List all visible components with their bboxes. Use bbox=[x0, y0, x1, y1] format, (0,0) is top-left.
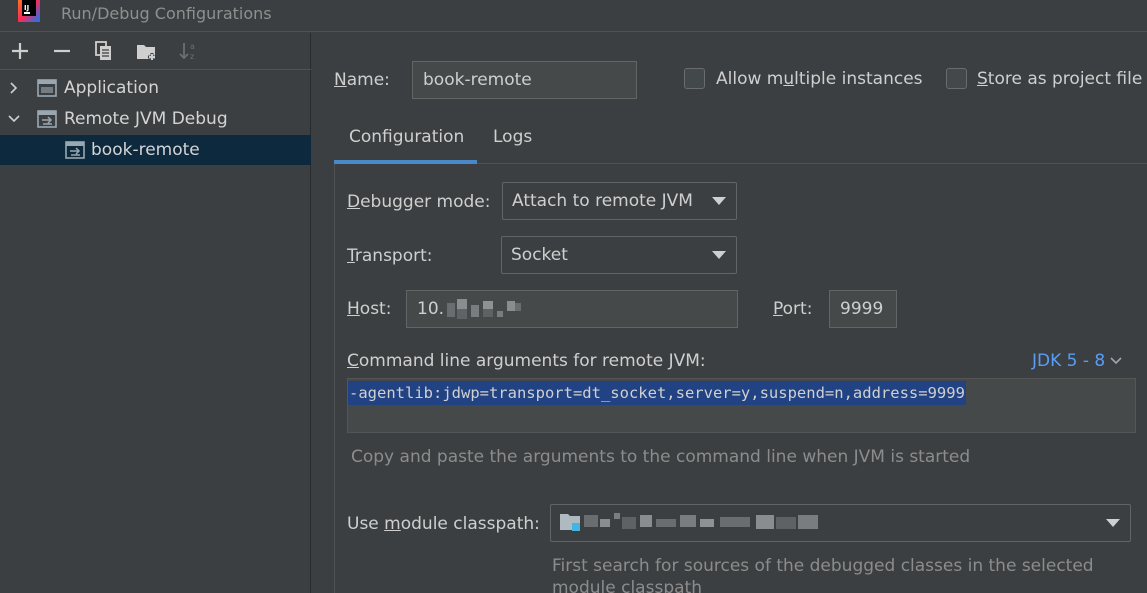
configuration-editor: Name: book-remote Allow multiple instanc… bbox=[312, 33, 1147, 593]
module-classpath-label: Use module classpath: bbox=[347, 514, 540, 534]
configurations-sidebar: a z Application Remote JVM Debug book-re… bbox=[0, 33, 311, 593]
tree-item-remote-jvm-debug[interactable]: Remote JVM Debug bbox=[0, 104, 311, 134]
port-label: Port: bbox=[773, 299, 813, 319]
chevron-down-icon[interactable] bbox=[7, 112, 21, 126]
transport-value: Socket bbox=[511, 245, 568, 265]
port-field[interactable]: 9999 bbox=[829, 290, 897, 328]
tree-item-label: Application bbox=[64, 78, 159, 98]
module-classpath-dropdown[interactable] bbox=[550, 504, 1131, 542]
svg-text:IJ: IJ bbox=[24, 4, 29, 12]
tree-item-label: book-remote bbox=[91, 140, 200, 160]
tab-logs[interactable]: Logs bbox=[493, 127, 532, 147]
debugger-mode-dropdown[interactable]: Attach to remote JVM bbox=[502, 182, 737, 220]
debugger-mode-value: Attach to remote JVM bbox=[512, 191, 693, 211]
chevron-down-icon bbox=[1106, 519, 1120, 527]
chevron-down-icon bbox=[712, 251, 726, 259]
transport-label: Transport: bbox=[347, 246, 433, 266]
remove-icon[interactable] bbox=[50, 39, 74, 63]
window-title: Run/Debug Configurations bbox=[61, 4, 272, 23]
host-value: 10. bbox=[417, 299, 445, 319]
copy-icon[interactable] bbox=[92, 39, 116, 63]
add-icon[interactable] bbox=[8, 39, 32, 63]
jdk-version-text: JDK 5 - 8 bbox=[1032, 351, 1106, 371]
application-icon bbox=[37, 79, 57, 97]
tree-item-label: Remote JVM Debug bbox=[64, 109, 228, 129]
name-field[interactable]: book-remote bbox=[412, 61, 637, 99]
svg-text:z: z bbox=[190, 52, 194, 61]
module-classpath-hint: First search for sources of the debugged… bbox=[552, 556, 1094, 593]
chevron-right-icon[interactable] bbox=[7, 81, 21, 95]
redacted-host-icon bbox=[447, 299, 521, 319]
remote-debug-icon bbox=[65, 141, 85, 159]
host-label: Host: bbox=[347, 299, 392, 319]
allow-multiple-checkbox[interactable] bbox=[684, 68, 705, 89]
debugger-mode-label: Debugger mode: bbox=[347, 192, 491, 212]
tree-item-book-remote[interactable]: book-remote bbox=[0, 135, 311, 165]
allow-multiple-label: Allow multiple instances bbox=[716, 69, 923, 89]
remote-debug-icon bbox=[37, 110, 57, 128]
host-field[interactable]: 10. bbox=[406, 290, 738, 328]
store-project-file-checkbox[interactable] bbox=[946, 68, 967, 89]
cmd-args-value[interactable]: -agentlib:jdwp=transport=dt_socket,serve… bbox=[348, 381, 966, 405]
transport-dropdown[interactable]: Socket bbox=[501, 236, 737, 274]
new-folder-icon[interactable] bbox=[135, 39, 159, 63]
store-project-file-label: Store as project file bbox=[977, 69, 1143, 89]
sort-icon[interactable]: a z bbox=[177, 39, 201, 63]
redacted-module-icon bbox=[560, 513, 818, 531]
cmd-args-hint: Copy and paste the arguments to the comm… bbox=[351, 447, 971, 467]
jdk-version-link[interactable]: JDK 5 - 8 bbox=[1032, 351, 1122, 371]
chevron-down-icon bbox=[1110, 357, 1122, 365]
svg-text:a: a bbox=[190, 42, 195, 51]
tab-configuration[interactable]: Configuration bbox=[349, 127, 464, 147]
title-bar: IJ Run/Debug Configurations bbox=[0, 0, 1147, 32]
cmd-args-label: Command line arguments for remote JVM: bbox=[347, 351, 706, 371]
name-label: Name: bbox=[334, 70, 390, 90]
intellij-logo-icon: IJ bbox=[18, 0, 40, 22]
sidebar-toolbar: a z bbox=[0, 33, 311, 70]
tree-item-application[interactable]: Application bbox=[0, 73, 311, 103]
chevron-down-icon bbox=[712, 197, 726, 205]
configuration-panel: Debugger mode: Attach to remote JVM Tran… bbox=[334, 164, 1147, 593]
cmd-args-textarea[interactable]: -agentlib:jdwp=transport=dt_socket,serve… bbox=[347, 378, 1136, 433]
